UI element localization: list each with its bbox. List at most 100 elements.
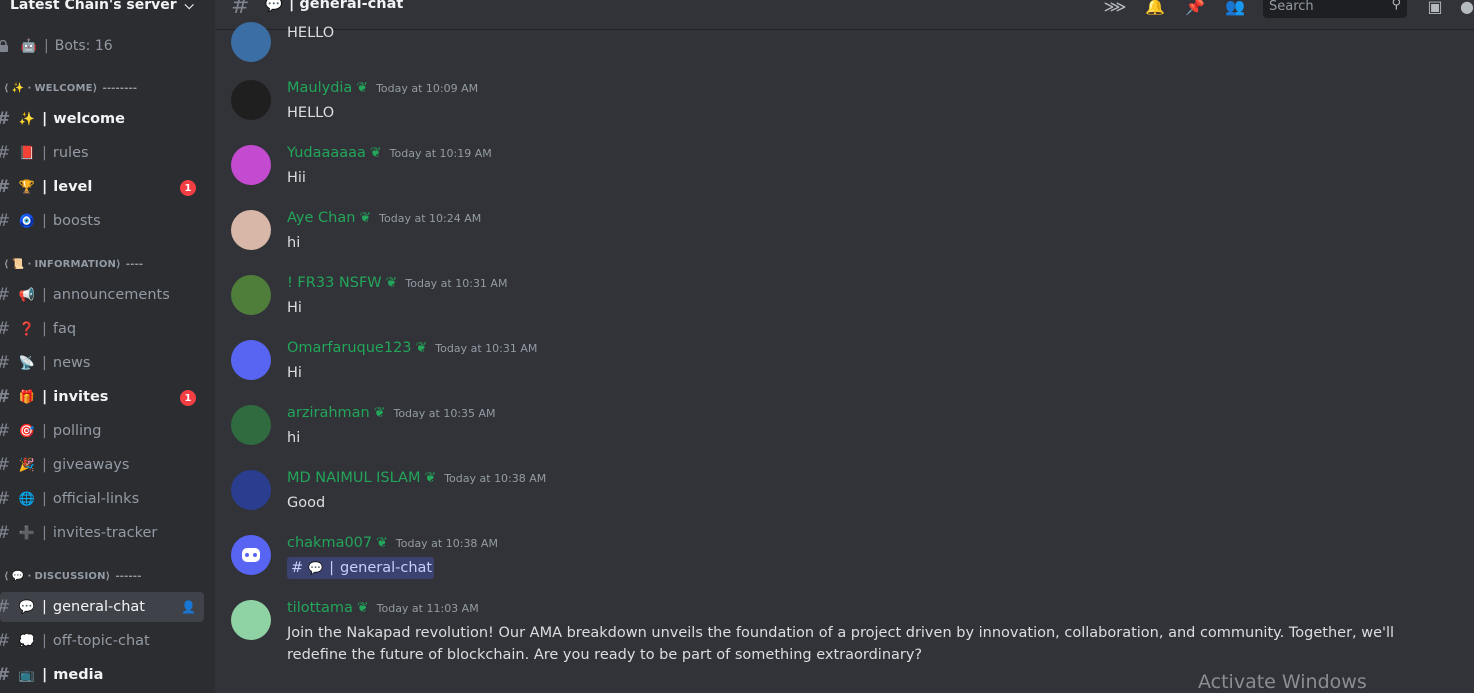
channel-emoji-icon: 🎉 (18, 457, 36, 473)
bracket-left: ⟨ (4, 83, 9, 94)
channel-off-topic-chat[interactable]: # 💭 | off-topic-chat (0, 626, 204, 656)
pin-icon[interactable]: 📌 (1183, 0, 1207, 17)
message-content: # 💬 | general-chat (287, 557, 435, 579)
separator: | (42, 111, 48, 127)
add-member-icon[interactable]: 👤 (181, 600, 196, 614)
channel-level[interactable]: # 🏆 | level 1 (0, 172, 204, 202)
role-leaf-icon: ❦ (369, 145, 382, 161)
separator: | (42, 145, 47, 161)
separator: | (42, 389, 48, 405)
username[interactable]: Omarfaruque123 (287, 340, 412, 356)
channel-rules[interactable]: # 📕 | rules (0, 138, 204, 168)
username[interactable]: ! FR33 NSFW (287, 275, 382, 291)
category-discussion[interactable]: ⟨ 💬 · DISCUSSION ⟩ ------ (4, 571, 142, 582)
channel-emoji-icon: ❓ (18, 321, 36, 337)
channel-invites-tracker[interactable]: # ➕ | invites-tracker (0, 518, 204, 548)
hash-icon: # (0, 353, 10, 373)
role-leaf-icon: ❦ (359, 210, 372, 226)
username[interactable]: Yudaaaaaa (287, 145, 366, 161)
separator: | (329, 560, 334, 576)
channel-label: polling (52, 423, 102, 439)
avatar[interactable] (231, 340, 271, 380)
channel-header: # 💬 | general-chat ⋙ 🔔 📌 👥 Search ⚲ ▣ ● (215, 0, 1474, 30)
channel-title-text: general-chat (299, 0, 404, 12)
separator: | (42, 355, 47, 371)
category-label: DISCUSSION (34, 571, 106, 582)
channel-faq[interactable]: # ❓ | faq (0, 314, 204, 344)
separator: | (42, 599, 47, 615)
timestamp: Today at 10:38 AM (395, 537, 498, 550)
inbox-icon[interactable]: ▣ (1423, 0, 1447, 17)
avatar[interactable] (231, 470, 271, 510)
channel-emoji-icon: 📕 (18, 145, 36, 161)
username[interactable]: arzirahman (287, 405, 370, 421)
search-input[interactable]: Search ⚲ (1263, 0, 1407, 18)
avatar[interactable] (231, 535, 271, 575)
timestamp: Today at 10:38 AM (444, 472, 547, 485)
channel-polling[interactable]: # 🎯 | polling (0, 416, 204, 446)
channel-label: official-links (52, 491, 140, 507)
channel-welcome[interactable]: # ✨ | welcome (0, 104, 204, 134)
username[interactable]: Aye Chan (287, 210, 355, 226)
help-icon[interactable]: ● (1455, 0, 1474, 17)
message-content: Hi (287, 365, 302, 381)
channel-general-chat[interactable]: # 💬 | general-chat 👤 (0, 592, 204, 622)
message-content: Join the Nakapad revolution! Our AMA bre… (287, 625, 1395, 663)
role-leaf-icon: ❦ (356, 80, 369, 96)
role-leaf-icon: ❦ (373, 405, 386, 421)
message-header: ! FR33 NSFW ❦ Today at 10:31 AM (287, 275, 507, 291)
members-icon[interactable]: 👥 (1223, 0, 1247, 17)
avatar[interactable] (231, 405, 271, 445)
channel-label: level (53, 179, 93, 195)
category-dashes: -------- (102, 83, 138, 94)
channel-announcements[interactable]: # 📢 | announcements (0, 280, 204, 310)
avatar[interactable] (231, 145, 271, 185)
category-label: INFORMATION (34, 259, 117, 270)
channel-giveaways[interactable]: # 🎉 | giveaways (0, 450, 204, 480)
channel-emoji-icon: 📺 (18, 667, 36, 683)
threads-icon[interactable]: ⋙ (1103, 0, 1127, 17)
username[interactable]: Maulydia (287, 80, 352, 96)
channel-sidebar: Latest Chain's server ⌵ 🤖 | Bots: 16 ⟨ ✨… (0, 0, 215, 693)
separator: | (42, 321, 47, 337)
category-information[interactable]: ⟨ 📜 · INFORMATION ⟩ ---- (4, 259, 143, 270)
separator: | (42, 213, 47, 229)
timestamp: Today at 10:31 AM (405, 277, 508, 290)
channel-news[interactable]: # 📡 | news (0, 348, 204, 378)
bell-icon[interactable]: 🔔 (1143, 0, 1167, 17)
separator: | (42, 179, 48, 195)
avatar[interactable] (231, 600, 271, 640)
avatar[interactable] (231, 210, 271, 250)
username[interactable]: MD NAIMUL ISLAM (287, 470, 420, 486)
avatar[interactable] (231, 22, 271, 62)
channel-media[interactable]: # 📺 | media (0, 660, 204, 690)
server-header[interactable]: Latest Chain's server ⌵ (0, 0, 215, 14)
channel-mention[interactable]: # 💬 | general-chat (287, 557, 435, 579)
category-welcome[interactable]: ⟨ ✨ · WELCOME ⟩ -------- (4, 83, 137, 94)
avatar[interactable] (231, 80, 271, 120)
hash-icon: # (0, 523, 10, 543)
bracket-left: ⟨ (4, 571, 9, 582)
channel-emoji-icon: 💭 (18, 633, 36, 649)
channel-invites[interactable]: # 🎁 | invites 1 (0, 382, 204, 412)
channel-official-links[interactable]: # 🌐 | official-links (0, 484, 204, 514)
separator: | (42, 633, 47, 649)
message-header: Aye Chan ❦ Today at 10:24 AM (287, 210, 481, 226)
username[interactable]: tilottama (287, 600, 353, 616)
role-leaf-icon: ❦ (424, 470, 437, 486)
channel-emoji-icon: ➕ (18, 525, 36, 541)
speech-bubble-icon: 💬 (308, 561, 324, 575)
timestamp: Today at 10:35 AM (393, 407, 496, 420)
category-label: WELCOME (34, 83, 93, 94)
username[interactable]: chakma007 (287, 535, 372, 551)
bracket-left: ⟨ (4, 259, 9, 270)
category-dashes: ---- (125, 259, 144, 270)
avatar[interactable] (231, 275, 271, 315)
channel-boosts[interactable]: # 🧿 | boosts (0, 206, 204, 236)
hash-icon: # (231, 0, 250, 19)
channel-title: | general-chat (289, 0, 403, 12)
message-header: tilottama ❦ Today at 11:03 AM (287, 600, 479, 616)
hash-icon: # (0, 211, 10, 231)
role-leaf-icon: ❦ (415, 340, 428, 356)
hash-icon: # (0, 109, 10, 129)
